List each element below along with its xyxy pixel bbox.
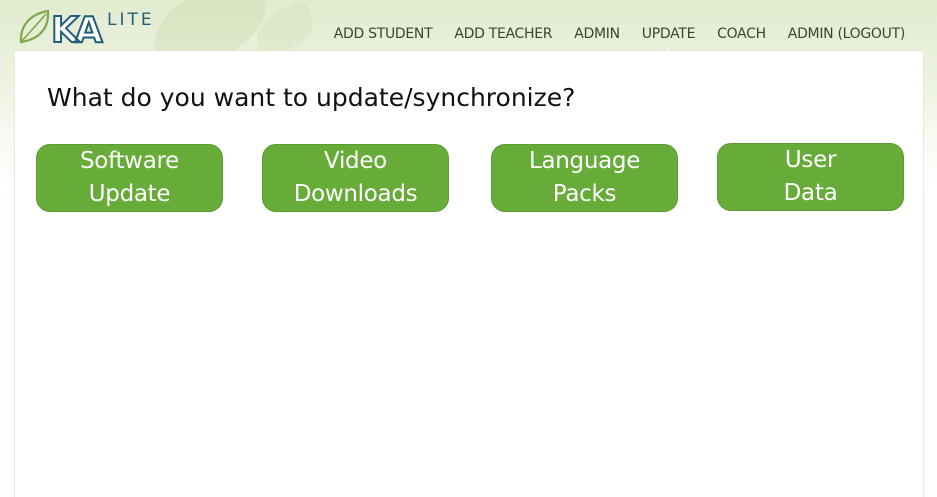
logo-lite-text: LITE xyxy=(107,10,155,30)
top-nav: ADD STUDENT ADD TEACHER ADMIN UPDATE COA… xyxy=(334,26,906,55)
nav-add-teacher[interactable]: ADD TEACHER xyxy=(454,26,552,42)
nav-admin-logout[interactable]: ADMIN (LOGOUT) xyxy=(788,26,906,42)
button-label-line1: Language xyxy=(528,148,641,174)
page: KA LITE ADD STUDENT ADD TEACHER ADMIN UP… xyxy=(0,0,937,497)
nav-coach[interactable]: COACH xyxy=(717,26,766,42)
button-label-line2: Update xyxy=(88,181,171,207)
video-downloads-button[interactable]: Video Downloads xyxy=(262,144,449,212)
main-content: What do you want to update/synchronize? … xyxy=(14,50,924,497)
button-label-line1: Software xyxy=(80,148,179,174)
button-label-line2: Data xyxy=(783,180,838,206)
nav-admin[interactable]: ADMIN xyxy=(574,26,620,42)
user-data-button[interactable]: User Data xyxy=(717,143,904,211)
ka-lite-logo[interactable]: KA LITE xyxy=(18,8,168,52)
leaf-icon: KA LITE xyxy=(19,9,155,52)
software-update-button[interactable]: Software Update xyxy=(36,144,223,212)
nav-update[interactable]: UPDATE xyxy=(642,26,695,55)
nav-add-student[interactable]: ADD STUDENT xyxy=(334,26,433,42)
logo-ka-text: KA xyxy=(51,10,103,46)
page-title: What do you want to update/synchronize? xyxy=(47,83,576,112)
language-packs-button[interactable]: Language Packs xyxy=(491,144,678,212)
button-label-line2: Packs xyxy=(552,181,617,207)
button-label-line1: Video xyxy=(324,148,387,174)
button-label-line1: User xyxy=(784,147,837,173)
button-label-line2: Downloads xyxy=(293,181,418,207)
